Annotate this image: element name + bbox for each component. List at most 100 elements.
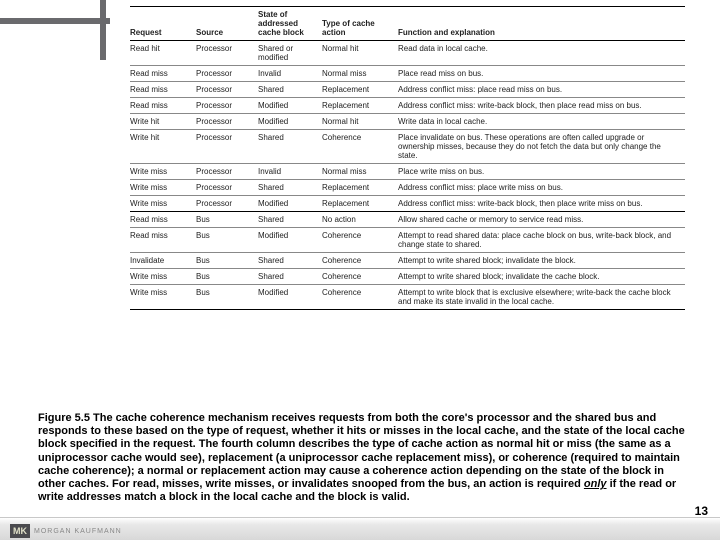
cell-source: Processor (196, 82, 258, 98)
cell-action: Replacement (322, 180, 398, 196)
publisher-logo: MK MORGAN KAUFMANN (10, 524, 122, 538)
cell-request: Read miss (130, 82, 196, 98)
footer-bar: MK MORGAN KAUFMANN (0, 517, 720, 540)
cell-action: Coherence (322, 253, 398, 269)
table-row: Write missBusModifiedCoherenceAttempt to… (130, 285, 685, 310)
cell-request: Read miss (130, 66, 196, 82)
table-row: Write hitProcessorSharedCoherencePlace i… (130, 130, 685, 164)
cell-function: Attempt to write shared block; invalidat… (398, 269, 685, 285)
table-row: Read missProcessorSharedReplacementAddre… (130, 82, 685, 98)
cell-state: Shared (258, 253, 322, 269)
cell-state: Invalid (258, 66, 322, 82)
cell-request: Read miss (130, 98, 196, 114)
cell-function: Attempt to read shared data: place cache… (398, 228, 685, 253)
header-request: Request (130, 7, 196, 41)
header-state: State of addressed cache block (258, 7, 322, 41)
cell-action: Normal miss (322, 164, 398, 180)
cell-source: Processor (196, 98, 258, 114)
table-row: Read missProcessorModifiedReplacementAdd… (130, 98, 685, 114)
cell-source: Processor (196, 41, 258, 66)
cell-state: Shared (258, 130, 322, 164)
cell-source: Bus (196, 253, 258, 269)
cell-function: Place write miss on bus. (398, 164, 685, 180)
cell-action: Coherence (322, 269, 398, 285)
cell-function: Attempt to write block that is exclusive… (398, 285, 685, 310)
cell-action: Coherence (322, 285, 398, 310)
cell-function: Address conflict miss: place write miss … (398, 180, 685, 196)
cell-source: Bus (196, 212, 258, 228)
cell-source: Processor (196, 180, 258, 196)
cell-request: Write miss (130, 285, 196, 310)
cell-function: Address conflict miss: place read miss o… (398, 82, 685, 98)
cell-request: Read miss (130, 228, 196, 253)
figure-caption: Figure 5.5 The cache coherence mechanism… (38, 412, 686, 504)
table-header-row: Request Source State of addressed cache … (130, 7, 685, 41)
cell-request: Write hit (130, 114, 196, 130)
corner-decoration (0, 0, 110, 60)
cell-function: Address conflict miss: write-back block,… (398, 196, 685, 212)
cell-function: Allow shared cache or memory to service … (398, 212, 685, 228)
cell-state: Modified (258, 114, 322, 130)
page-number: 13 (695, 504, 708, 518)
coherence-table-wrap: Request Source State of addressed cache … (130, 6, 685, 310)
cell-action: Replacement (322, 98, 398, 114)
cell-state: Modified (258, 98, 322, 114)
cell-action: Normal hit (322, 114, 398, 130)
cell-action: No action (322, 212, 398, 228)
cell-function: Address conflict miss: write-back block,… (398, 98, 685, 114)
logo-text: MORGAN KAUFMANN (34, 528, 122, 535)
cell-request: Write miss (130, 164, 196, 180)
cell-state: Modified (258, 228, 322, 253)
cell-function: Write data in local cache. (398, 114, 685, 130)
cell-source: Processor (196, 164, 258, 180)
table-row: Write missProcessorModifiedReplacementAd… (130, 196, 685, 212)
cell-request: Invalidate (130, 253, 196, 269)
cell-request: Write hit (130, 130, 196, 164)
table-row: Read missProcessorInvalidNormal missPlac… (130, 66, 685, 82)
table-row: Write hitProcessorModifiedNormal hitWrit… (130, 114, 685, 130)
cell-state: Modified (258, 285, 322, 310)
cell-function: Attempt to write shared block; invalidat… (398, 253, 685, 269)
table-body: Read hitProcessorShared or modifiedNorma… (130, 41, 685, 310)
cell-state: Shared (258, 269, 322, 285)
cell-function: Read data in local cache. (398, 41, 685, 66)
cell-request: Write miss (130, 196, 196, 212)
cell-source: Processor (196, 196, 258, 212)
cell-state: Shared or modified (258, 41, 322, 66)
cell-request: Write miss (130, 180, 196, 196)
coherence-table: Request Source State of addressed cache … (130, 6, 685, 310)
table-row: Read hitProcessorShared or modifiedNorma… (130, 41, 685, 66)
table-row: Write missProcessorSharedReplacementAddr… (130, 180, 685, 196)
table-row: Write missProcessorInvalidNormal missPla… (130, 164, 685, 180)
table-row: InvalidateBusSharedCoherenceAttempt to w… (130, 253, 685, 269)
table-row: Read missBusModifiedCoherenceAttempt to … (130, 228, 685, 253)
cell-action: Coherence (322, 228, 398, 253)
cell-state: Shared (258, 82, 322, 98)
cell-source: Bus (196, 285, 258, 310)
cell-source: Processor (196, 130, 258, 164)
table-row: Read missBusSharedNo actionAllow shared … (130, 212, 685, 228)
logo-mk-icon: MK (10, 524, 30, 538)
cell-request: Write miss (130, 269, 196, 285)
header-action: Type of cache action (322, 7, 398, 41)
cell-function: Place invalidate on bus. These operation… (398, 130, 685, 164)
cell-function: Place read miss on bus. (398, 66, 685, 82)
cell-source: Bus (196, 228, 258, 253)
cell-state: Invalid (258, 164, 322, 180)
cell-state: Modified (258, 196, 322, 212)
cell-action: Replacement (322, 196, 398, 212)
cell-request: Read hit (130, 41, 196, 66)
cell-state: Shared (258, 180, 322, 196)
header-source: Source (196, 7, 258, 41)
cell-source: Processor (196, 66, 258, 82)
cell-source: Bus (196, 269, 258, 285)
cell-action: Replacement (322, 82, 398, 98)
header-function: Function and explanation (398, 7, 685, 41)
cell-state: Shared (258, 212, 322, 228)
cell-action: Normal hit (322, 41, 398, 66)
cell-action: Coherence (322, 130, 398, 164)
cell-action: Normal miss (322, 66, 398, 82)
cell-source: Processor (196, 114, 258, 130)
cell-request: Read miss (130, 212, 196, 228)
table-row: Write missBusSharedCoherenceAttempt to w… (130, 269, 685, 285)
